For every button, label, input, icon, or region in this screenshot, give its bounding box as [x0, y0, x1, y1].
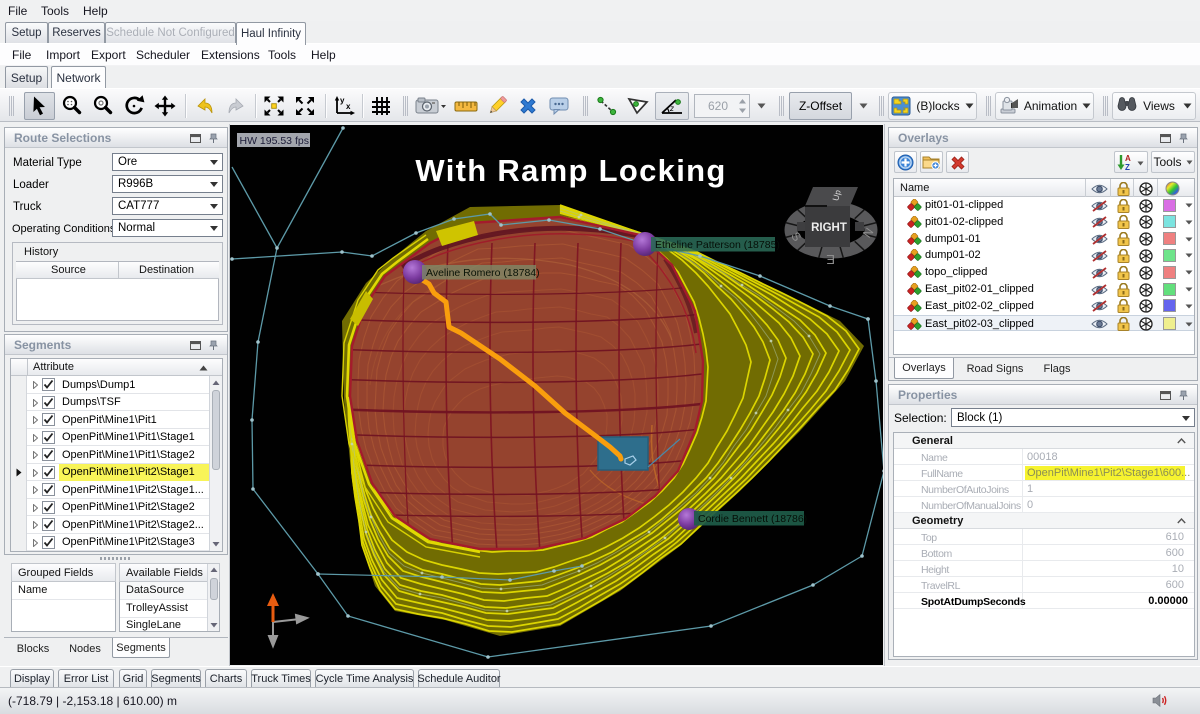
svg-text:E: E	[826, 252, 835, 267]
svg-text:Cordie Bennett (18786): Cordie Bennett (18786)	[698, 513, 807, 525]
svg-text:HW 195.53 fps: HW 195.53 fps	[240, 135, 309, 147]
svg-text:RIGHT: RIGHT	[811, 222, 847, 234]
svg-text:Aveline Romero (18784): Aveline Romero (18784)	[426, 267, 540, 279]
svg-text:Etheline Patterson (18785): Etheline Patterson (18785)	[655, 239, 780, 251]
svg-text:A: A	[1125, 154, 1131, 163]
svg-text:y: y	[340, 96, 345, 105]
svg-text:Z: Z	[1125, 163, 1130, 171]
svg-text:z: z	[669, 104, 674, 113]
svg-text:x: x	[346, 102, 351, 111]
svg-text:With Ramp Locking: With Ramp Locking	[415, 153, 726, 188]
